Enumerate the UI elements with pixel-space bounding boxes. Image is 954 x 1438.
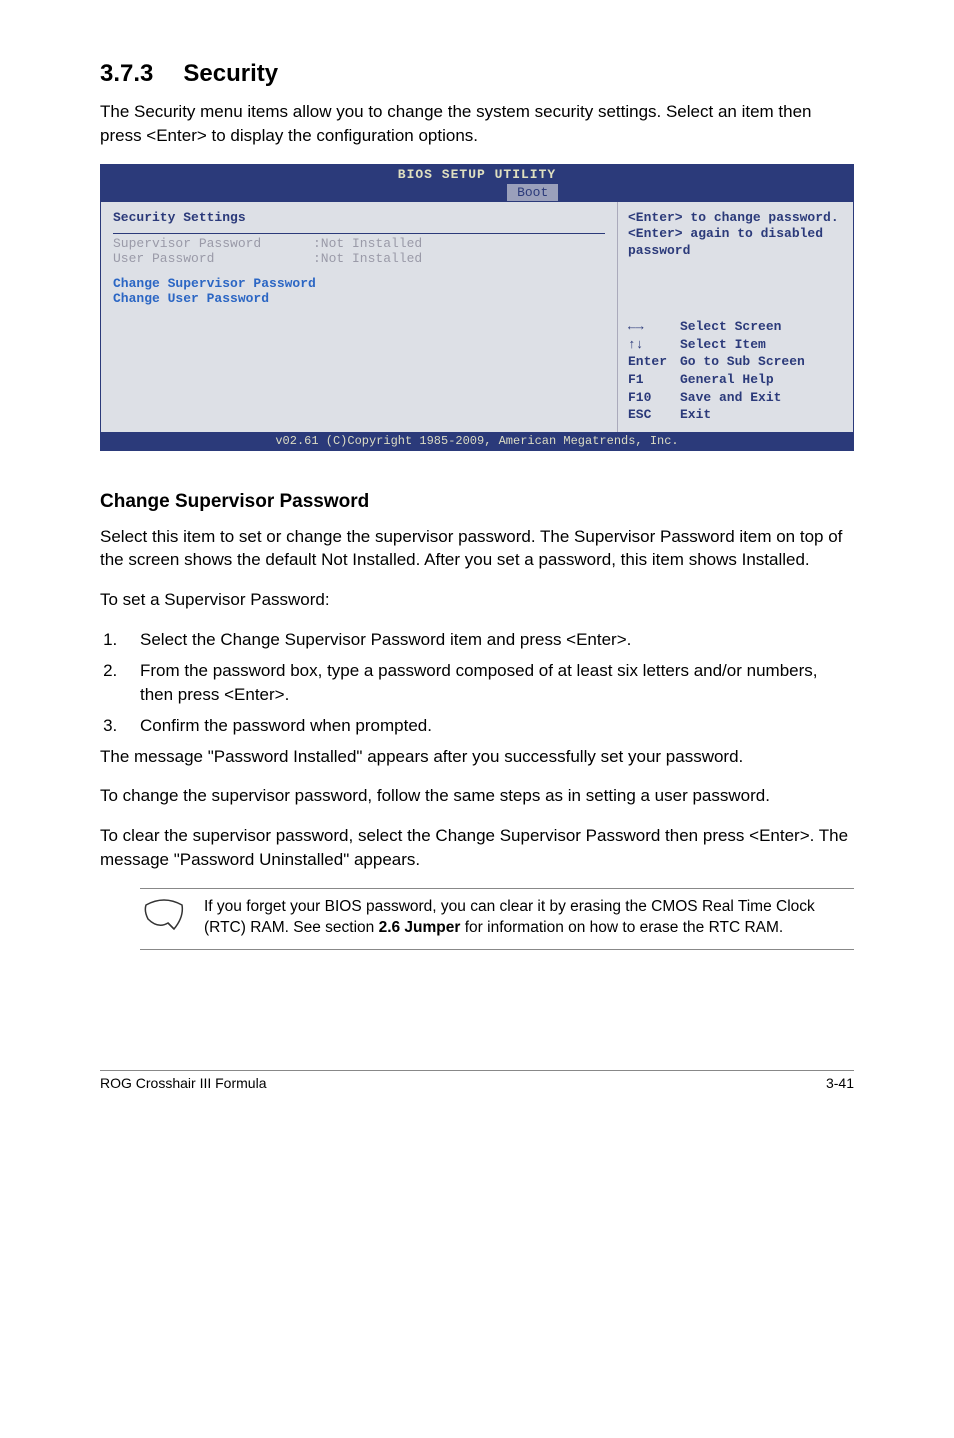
note-bold: 2.6 Jumper — [379, 919, 461, 936]
bios-main-heading: Security Settings — [113, 210, 605, 225]
bios-footer: v02.61 (C)Copyright 1985-2009, American … — [101, 432, 853, 450]
paragraph-3: The message "Password Installed" appears… — [100, 745, 854, 769]
section-title: Security — [183, 60, 278, 87]
bios-body: Security Settings Supervisor Password :N… — [101, 202, 853, 432]
step-item: From the password box, type a password c… — [122, 659, 854, 708]
page-footer: ROG Crosshair III Formula 3-41 — [100, 1070, 854, 1091]
bios-main-panel: Security Settings Supervisor Password :N… — [101, 202, 618, 432]
paragraph-5: To clear the supervisor password, select… — [100, 824, 854, 872]
section-number: 3.7.3 — [100, 60, 153, 88]
note-text: If you forget your BIOS password, you ca… — [204, 897, 850, 939]
bios-row-label: User Password — [113, 251, 313, 266]
bios-row-value: :Not Installed — [313, 251, 422, 266]
bios-tab-boot: Boot — [507, 184, 558, 201]
footer-left: ROG Crosshair III Formula — [100, 1075, 266, 1091]
intro-paragraph: The Security menu items allow you to cha… — [100, 100, 854, 148]
bios-row-value: :Not Installed — [313, 236, 422, 251]
bios-row-label: Supervisor Password — [113, 236, 313, 251]
bios-action-change-user: Change User Password — [113, 291, 605, 306]
note-post: for information on how to erase the RTC … — [460, 919, 783, 936]
bios-screenshot: BIOS SETUP UTILITY Boot Security Setting… — [100, 164, 854, 451]
note-icon — [144, 897, 184, 938]
bios-tabbar: Boot — [101, 184, 853, 202]
bios-title: BIOS SETUP UTILITY — [398, 167, 556, 182]
bios-help-text: <Enter> to change password. <Enter> agai… — [628, 210, 843, 261]
bios-action-change-supervisor: Change Supervisor Password — [113, 276, 605, 291]
bios-side-panel: <Enter> to change password. <Enter> agai… — [618, 202, 853, 432]
subheading-change-supervisor: Change Supervisor Password — [100, 491, 854, 513]
step-item: Select the Change Supervisor Password it… — [122, 628, 854, 653]
step-item: Confirm the password when prompted. — [122, 714, 854, 739]
bios-row-supervisor: Supervisor Password :Not Installed — [113, 236, 605, 251]
bios-header: BIOS SETUP UTILITY — [101, 165, 853, 184]
paragraph-4: To change the supervisor password, follo… — [100, 784, 854, 808]
section-heading: 3.7.3 Security — [100, 60, 854, 88]
paragraph-1: Select this item to set or change the su… — [100, 525, 854, 573]
bios-legend: ←→Select Screen ↑↓Select Item EnterGo to… — [628, 318, 843, 423]
bios-row-user: User Password :Not Installed — [113, 251, 605, 266]
paragraph-2: To set a Supervisor Password: — [100, 588, 854, 612]
steps-list: Select the Change Supervisor Password it… — [100, 628, 854, 739]
footer-right: 3-41 — [826, 1075, 854, 1091]
note-box: If you forget your BIOS password, you ca… — [140, 888, 854, 950]
